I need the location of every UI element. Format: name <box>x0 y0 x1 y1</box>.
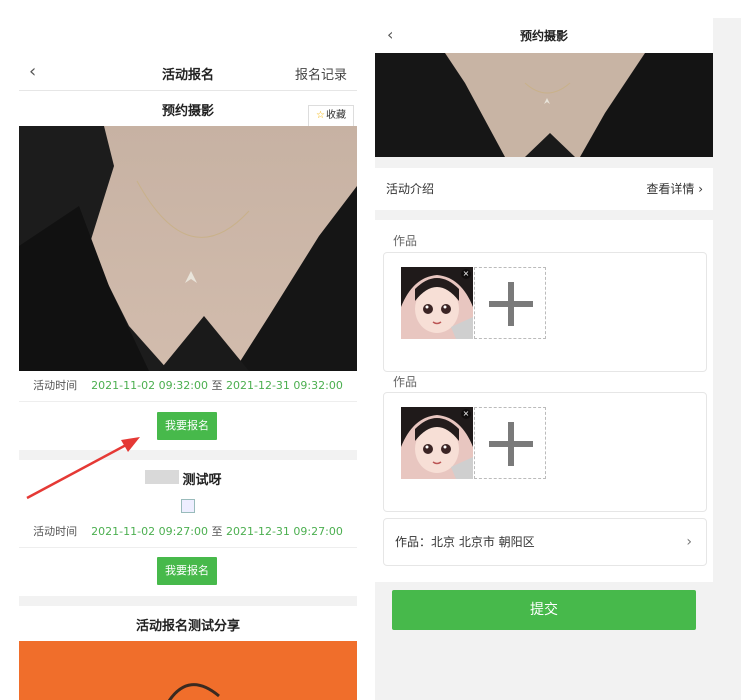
activity-intro-row[interactable]: 活动介绍 查看详情 › <box>375 168 713 210</box>
top-nav-bar: ‹ 活动报名 报名记录 <box>19 55 357 91</box>
event-title: 预约摄影 <box>161 104 214 119</box>
favorite-button[interactable]: ☆收藏 <box>308 105 354 127</box>
time-separator: 至 <box>211 379 223 392</box>
works-label-2: 作品 <box>393 375 418 389</box>
event-cover-image <box>375 53 713 157</box>
view-details-link[interactable]: 查看详情 › <box>646 168 703 210</box>
start-time: 2021-11-02 09:27:00 <box>91 525 208 538</box>
right-screen: ‹ 预约摄影 活动介绍 查看详情 › 作品 × 作品 × 作品：北京 北京市 朝… <box>375 18 713 583</box>
share-title: 活动报名测试分享 <box>135 619 240 634</box>
favorite-label: 收藏 <box>325 110 346 121</box>
end-time: 2021-12-31 09:27:00 <box>226 525 343 538</box>
time-label: 活动时间 <box>33 525 78 538</box>
delete-icon[interactable]: × <box>461 409 471 419</box>
add-image-button-2[interactable] <box>474 407 546 479</box>
event2-title: 测试呀 <box>182 473 222 488</box>
event2-image-row <box>19 495 357 517</box>
time-label: 活动时间 <box>33 379 78 392</box>
event2-time-row: 活动时间 2021-11-02 09:27:00 至 2021-12-31 09:… <box>19 517 357 548</box>
intro-label: 活动介绍 <box>386 182 435 196</box>
registration-records-link[interactable]: 报名记录 <box>295 64 347 83</box>
share-header: 活动报名测试分享 <box>19 606 357 641</box>
works-upload-box: × <box>383 252 707 372</box>
time-separator: 至 <box>211 525 223 538</box>
works-upload-box-2: × <box>383 392 707 512</box>
end-time: 2021-12-31 09:32:00 <box>226 379 343 392</box>
event-card-header: 预约摄影 <box>19 91 357 126</box>
start-time: 2021-11-02 09:32:00 <box>91 379 208 392</box>
submit-button[interactable]: 提交 <box>392 590 696 630</box>
chevron-right-icon: › <box>686 534 692 550</box>
broken-image-icon <box>181 499 195 513</box>
location-selector[interactable]: 作品：北京 北京市 朝阳区 › <box>383 518 707 566</box>
location-text: 作品：北京 北京市 朝阳区 <box>395 535 535 549</box>
signup-area: 我要报名 <box>19 402 357 450</box>
signup-button-2[interactable]: 我要报名 <box>157 557 217 585</box>
star-icon: ☆ <box>316 110 325 121</box>
top-nav-bar: ‹ 预约摄影 <box>375 18 713 53</box>
necklace-photo <box>19 126 357 371</box>
left-screen: ‹ 活动报名 报名记录 预约摄影 ☆收藏 活动时间 2021-11-02 09:3… <box>19 55 357 700</box>
add-image-button[interactable] <box>474 267 546 339</box>
event2-header: 测试呀 <box>19 460 357 495</box>
signup-button[interactable]: 我要报名 <box>157 412 217 440</box>
works-section: 作品 × 作品 × 作品：北京 北京市 朝阳区 › <box>375 220 713 582</box>
banner-graphic <box>167 683 220 700</box>
uploaded-thumbnail-2[interactable]: × <box>401 407 473 479</box>
event-cover-image <box>19 126 357 371</box>
signup-area-2: 我要报名 <box>19 548 357 596</box>
share-banner <box>19 641 357 700</box>
delete-icon[interactable]: × <box>461 269 471 279</box>
necklace-photo <box>375 53 713 157</box>
page-title: 预约摄影 <box>519 29 568 43</box>
uploaded-thumbnail[interactable]: × <box>401 267 473 339</box>
works-label: 作品 <box>393 234 418 248</box>
event-time-row: 活动时间 2021-11-02 09:32:00 至 2021-12-31 09:… <box>19 371 357 402</box>
